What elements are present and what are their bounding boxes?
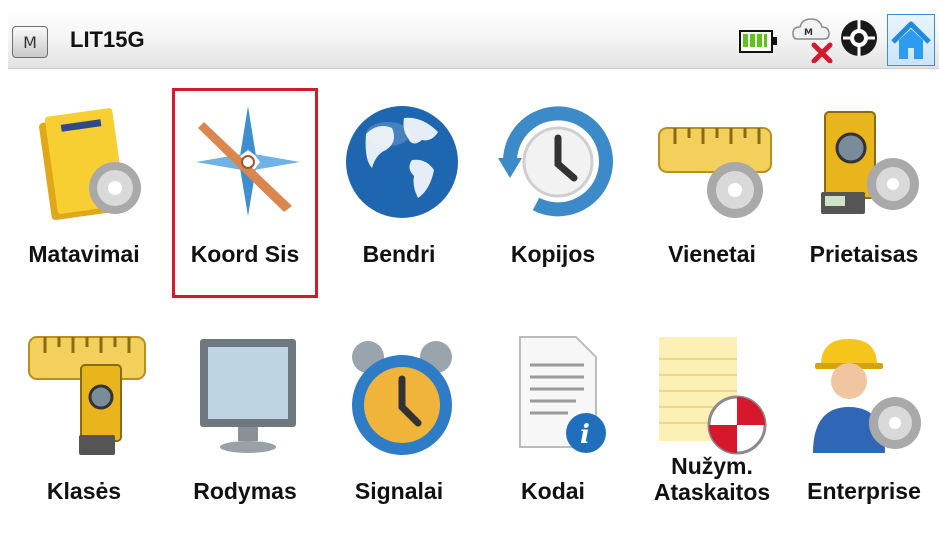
tile-enterprise[interactable]: Enterprise — [790, 335, 938, 541]
tile-nuzym-ataskaitos[interactable]: Nužym. Ataskaitos — [638, 335, 786, 541]
menu-button[interactable]: M — [12, 26, 48, 58]
globe-icon — [346, 106, 458, 218]
tile-label-nuzym-line2: Ataskaitos — [653, 479, 771, 505]
ruler-gear-icon — [658, 127, 772, 218]
cloud-disconnected-icon[interactable]: M — [789, 13, 837, 63]
tile-label-nuzym-line1: Nužym. — [671, 453, 753, 479]
svg-text:i: i — [580, 420, 590, 450]
tile-label-enterprise: Enterprise — [807, 478, 921, 504]
worker-gear-icon — [813, 339, 921, 453]
tile-label-nuzym: Nužym. Ataskaitos — [628, 453, 796, 505]
tile-kopijos[interactable]: Kopijos — [479, 98, 627, 304]
connection-globe-icon[interactable] — [839, 18, 879, 58]
tile-signalai[interactable]: Signalai — [325, 335, 473, 541]
job-name: LIT15G — [70, 27, 145, 52]
backup-clock-icon — [498, 106, 613, 217]
alarm-clock-icon — [352, 341, 452, 455]
svg-text:M: M — [804, 28, 813, 38]
home-button[interactable] — [887, 14, 935, 66]
compass-icon — [196, 106, 300, 216]
document-info-icon: i — [519, 336, 606, 453]
tile-prietaisas[interactable]: Prietaisas — [790, 98, 938, 304]
tile-label-rodymas: Rodymas — [193, 478, 297, 504]
title-bar: M LIT15G M — [8, 10, 939, 69]
tile-bendri[interactable]: Bendri — [325, 98, 473, 304]
tile-matavimai[interactable]: Matavimai — [10, 98, 158, 304]
ruler-instrument-icon — [28, 336, 146, 455]
tile-rodymas[interactable]: Rodymas — [171, 335, 319, 541]
tile-label-bendri: Bendri — [362, 241, 436, 267]
tile-klases[interactable]: Klasės — [10, 335, 158, 541]
tile-kodai[interactable]: i Kodai — [479, 335, 627, 541]
tile-label-klases: Klasės — [46, 478, 122, 504]
battery-icon[interactable] — [739, 30, 777, 53]
tile-label-kodai: Kodai — [521, 478, 585, 504]
monitor-icon — [200, 339, 296, 453]
total-station-gear-icon — [821, 111, 919, 214]
folder-gear-icon — [39, 108, 141, 221]
tile-label-kopijos: Kopijos — [510, 241, 596, 267]
tile-label-vienetai: Vienetai — [668, 241, 756, 267]
tile-label-prietaisas: Prietaisas — [809, 241, 919, 267]
tile-koord-sis[interactable]: Koord Sis — [171, 98, 319, 304]
tile-label-signalai: Signalai — [354, 478, 444, 504]
tile-vienetai[interactable]: Vienetai — [638, 98, 786, 304]
home-icon — [891, 21, 931, 59]
tile-label-koord-sis: Koord Sis — [190, 241, 300, 267]
tile-label-matavimai: Matavimai — [28, 241, 140, 267]
notepad-target-icon — [659, 337, 767, 455]
